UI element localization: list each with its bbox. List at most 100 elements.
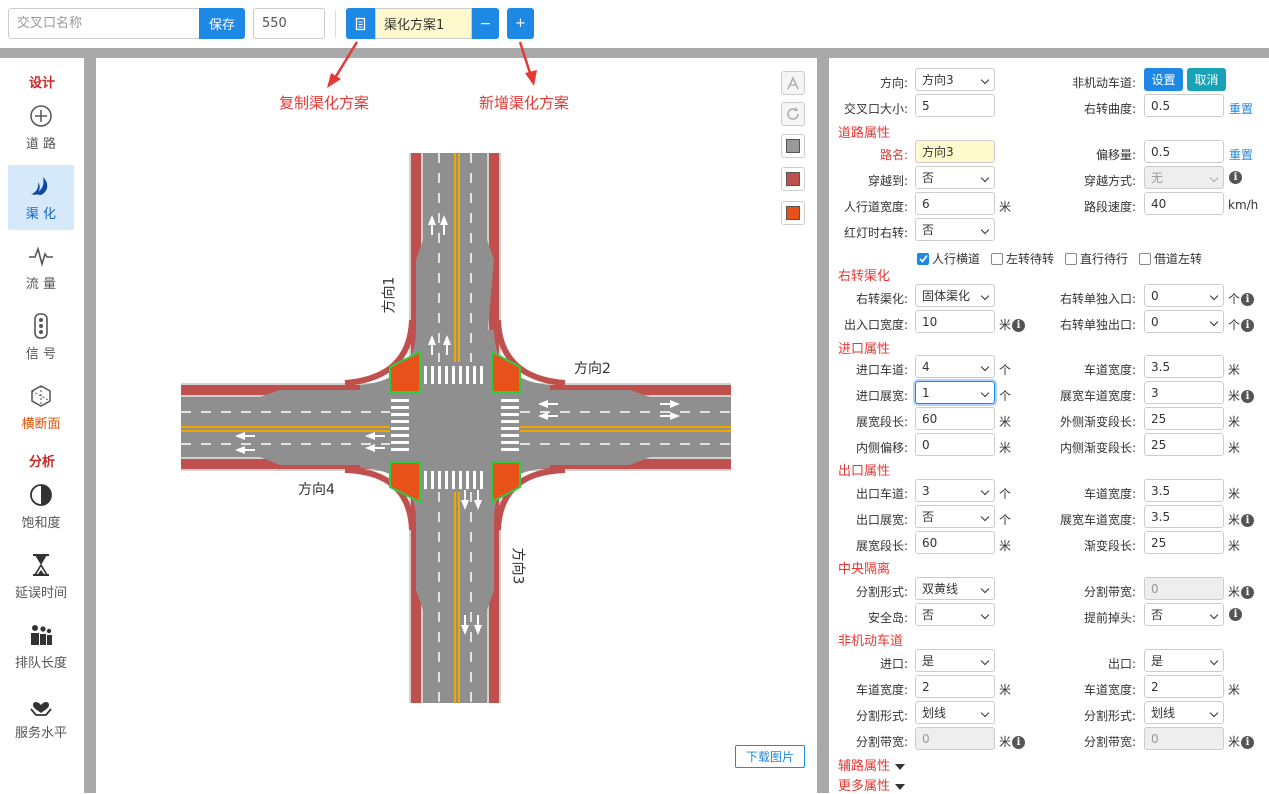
entry-lane-width-unit: 米	[1228, 363, 1241, 377]
refresh-button[interactable]	[781, 102, 805, 126]
entry-widening-select[interactable]: 1	[915, 381, 995, 404]
nonmotor-entry-width-value: 2	[922, 679, 930, 694]
nonmotor-exit-band-unit: 米i	[1228, 733, 1255, 750]
offset-input[interactable]: 0.5	[1144, 140, 1224, 163]
nonmotor-exit-sep-select[interactable]: 划线	[1144, 701, 1224, 724]
red-right-turn-value: 否	[922, 223, 935, 237]
outer-taper-input[interactable]: 25	[1144, 407, 1224, 430]
sidewalk-width-input[interactable]: 6	[915, 192, 995, 215]
nonmotor-exit-sep-value: 划线	[1151, 706, 1176, 720]
nonmotor-cancel-button[interactable]: 取消	[1187, 68, 1226, 91]
road-section-title: 道路属性	[838, 126, 891, 141]
offset-reset-link[interactable]: 重置	[1229, 146, 1253, 163]
exit-taper-input[interactable]: 25	[1144, 531, 1224, 554]
exit-widening-length-unit: 米	[999, 539, 1012, 553]
road-name-value: 方向3	[922, 145, 954, 159]
exit-widening-select[interactable]: 否	[915, 505, 995, 528]
entry-widening-length-input[interactable]: 60	[915, 407, 995, 430]
cross-mode-label: 穿越方式:	[1083, 174, 1136, 188]
nonmotor-entry-select[interactable]: 是	[915, 649, 995, 672]
exit-widening-lane-width-label: 展宽车道宽度:	[1059, 513, 1136, 527]
right-turn-curvature-label: 右转曲度:	[1083, 102, 1136, 116]
right-turn-mode-select[interactable]: 固体渠化	[915, 284, 995, 307]
entry-width-info-icon[interactable]: i	[1012, 319, 1026, 332]
exit-widening-label: 出口展宽:	[855, 513, 908, 527]
cross-mode-select[interactable]: 无	[1144, 166, 1224, 189]
nonmotor-entry-sep-value: 划线	[922, 706, 947, 720]
nonmotor-exit-select[interactable]: 是	[1144, 649, 1224, 672]
entry-widening-lane-width-input[interactable]: 3	[1144, 381, 1224, 404]
direction-select[interactable]: 方向3	[915, 68, 995, 91]
nonmotor-set-button[interactable]: 设置	[1144, 68, 1183, 91]
safety-island-select[interactable]: 否	[915, 603, 995, 626]
sidewalk-width-unit: 米	[999, 200, 1012, 214]
swatch-red	[786, 172, 800, 186]
separate-entry-label: 右转单独入口:	[1059, 292, 1136, 306]
download-image-button[interactable]: 下载图片	[735, 745, 805, 768]
cross-mode-info-icon[interactable]: i	[1229, 171, 1242, 184]
separate-entry-info-icon[interactable]: i	[1241, 293, 1255, 306]
widening-lane-info-icon[interactable]: i	[1241, 390, 1255, 403]
section-speed-input[interactable]: 40	[1144, 192, 1224, 215]
aux-road-toggle[interactable]: 辅路属性	[838, 755, 906, 774]
separate-exit-select[interactable]: 0	[1144, 310, 1224, 333]
entry-lane-width-input[interactable]: 3.5	[1144, 355, 1224, 378]
exit-lanes-select[interactable]: 3	[915, 479, 995, 502]
exit-widening-length-input[interactable]: 60	[915, 531, 995, 554]
separate-entry-select[interactable]: 0	[1144, 284, 1224, 307]
cross-to-value: 否	[922, 171, 935, 185]
early-uturn-value: 否	[1151, 608, 1164, 622]
exit-lane-width-input[interactable]: 3.5	[1144, 479, 1224, 502]
early-uturn-select[interactable]: 否	[1144, 603, 1224, 626]
exit-widening-lane-width-input[interactable]: 3.5	[1144, 505, 1224, 528]
exit-lanes-value: 3	[922, 483, 930, 498]
red-right-turn-select[interactable]: 否	[915, 218, 995, 241]
exit-lane-width-value: 3.5	[1151, 483, 1171, 498]
more-props-toggle[interactable]: 更多属性	[838, 775, 906, 794]
median-width-info-icon[interactable]: i	[1241, 586, 1255, 599]
entry-widening-lane-width-value: 3	[1151, 385, 1159, 400]
left-wait-checkbox[interactable]: 左转待转	[991, 250, 1054, 267]
road-name-input[interactable]: 方向3	[915, 140, 995, 163]
nonmotor-entry-width-input[interactable]: 2	[915, 675, 995, 698]
nonmotor-exit-label: 出口:	[1107, 657, 1136, 671]
nonmotor-entry-sep-select[interactable]: 划线	[915, 701, 995, 724]
annotation-arrow-copy	[327, 41, 359, 88]
inner-offset-value: 0	[922, 437, 930, 452]
separate-exit-info-icon[interactable]: i	[1241, 319, 1255, 332]
auto-layout-button[interactable]	[781, 71, 805, 95]
entry-width-value: 10	[922, 314, 938, 329]
nonmotor-exit-width-input[interactable]: 2	[1144, 675, 1224, 698]
intersection-size-input[interactable]: 5	[915, 94, 995, 117]
inner-taper-input[interactable]: 25	[1144, 433, 1224, 456]
nonmotor-entry-band-input[interactable]: 0	[915, 727, 995, 750]
entry-lanes-select[interactable]: 4	[915, 355, 995, 378]
cross-to-select[interactable]: 否	[915, 166, 995, 189]
median-width-input[interactable]: 0	[1144, 577, 1224, 600]
borrow-left-checkbox[interactable]: 借道左转	[1139, 250, 1202, 267]
entry-width-input[interactable]: 10	[915, 310, 995, 333]
nonmotor-exit-band-info-icon[interactable]: i	[1241, 736, 1255, 749]
nonmotor-entry-band-info-icon[interactable]: i	[1012, 736, 1026, 749]
right-turn-mode-label: 右转渠化:	[855, 292, 908, 306]
right-turn-curvature-input[interactable]: 0.5	[1144, 94, 1224, 117]
nonmotor-exit-width-value: 2	[1151, 679, 1159, 694]
median-type-select[interactable]: 双黄线	[915, 577, 995, 600]
crosswalk-checkbox[interactable]: 人行横道	[917, 250, 980, 267]
color-swatch-gray[interactable]	[781, 134, 805, 158]
entry-lanes-label: 进口车道:	[855, 363, 908, 377]
exit-widening-info-icon[interactable]: i	[1241, 514, 1255, 527]
nonmotor-exit-band-input[interactable]: 0	[1144, 727, 1224, 750]
outer-taper-label: 外侧渐变段长:	[1059, 415, 1136, 429]
checkbox-checked-icon	[917, 252, 929, 265]
color-swatch-orange[interactable]	[781, 201, 805, 225]
direction-4-label: 方向4	[298, 482, 335, 498]
color-swatch-red[interactable]	[781, 167, 805, 191]
early-uturn-info-icon[interactable]: i	[1229, 608, 1242, 621]
curvature-reset-link[interactable]: 重置	[1229, 100, 1253, 117]
checkbox-unchecked-icon	[1139, 252, 1151, 265]
inner-offset-input[interactable]: 0	[915, 433, 995, 456]
straight-wait-checkbox[interactable]: 直行待行	[1065, 250, 1128, 267]
nonmotor-exit-band-value: 0	[1151, 731, 1159, 746]
right-turn-mode-value: 固体渠化	[922, 289, 971, 303]
